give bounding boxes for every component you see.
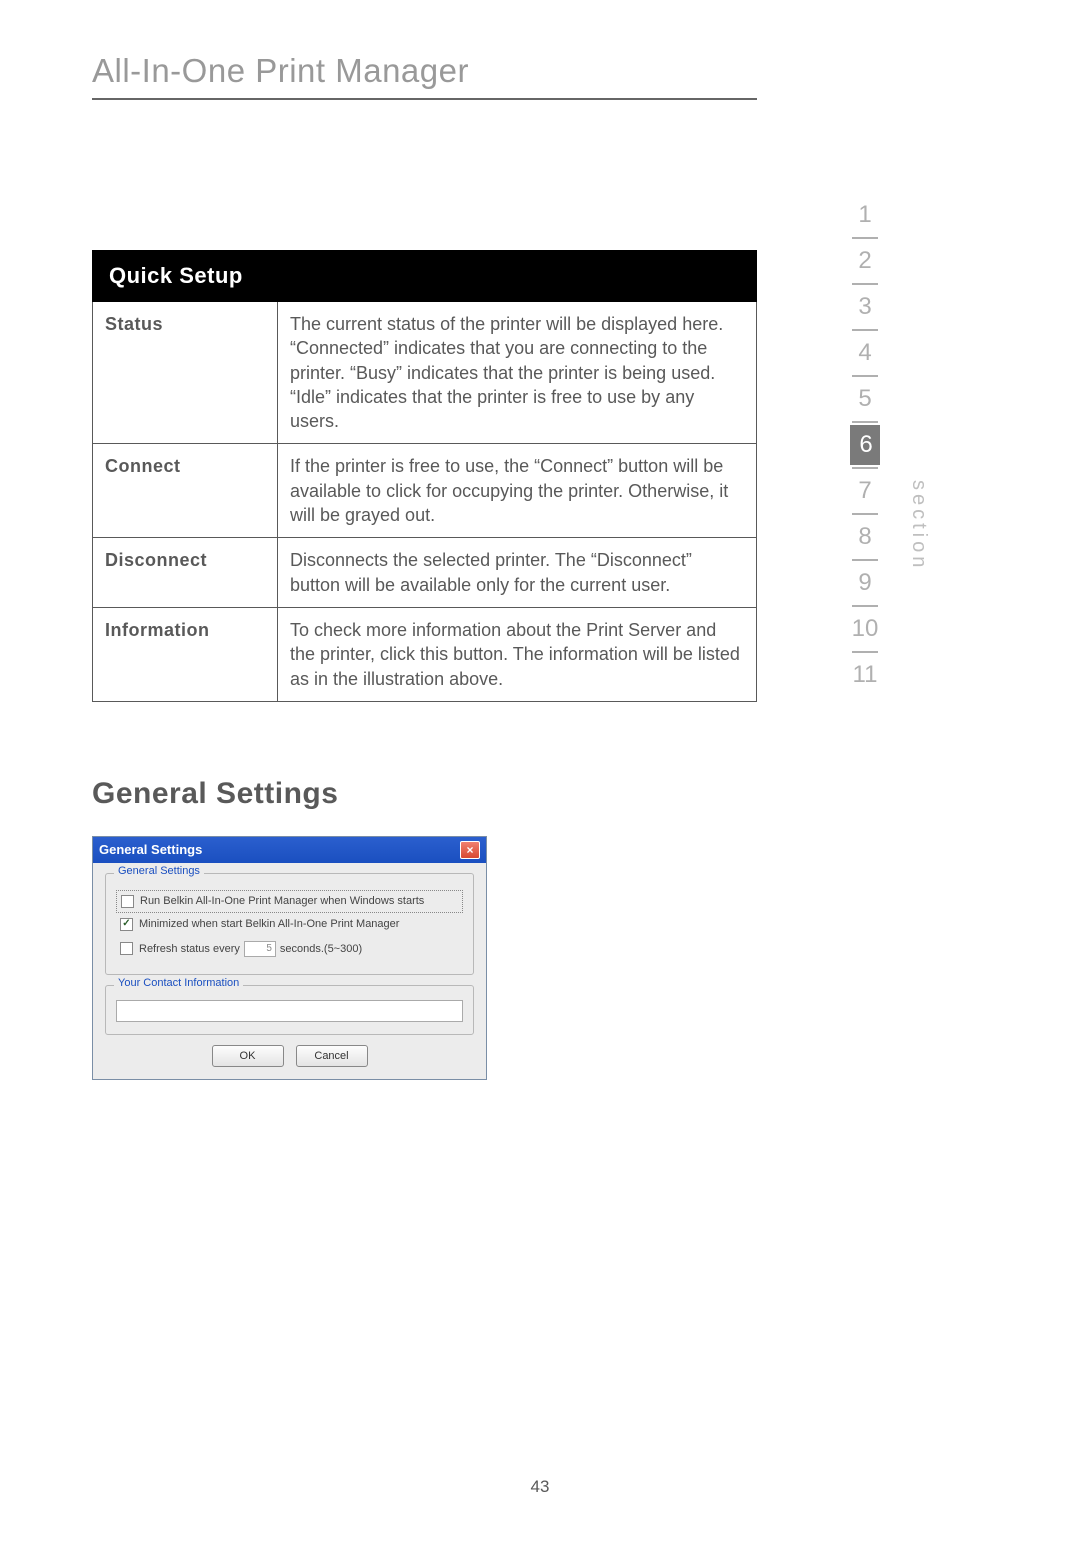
page-title: All-In-One Print Manager: [92, 52, 757, 100]
dialog-body: General Settings Run Belkin All-In-One P…: [93, 863, 486, 1079]
checkbox-icon[interactable]: [121, 895, 134, 908]
general-settings-dialog: General Settings × General Settings Run …: [92, 836, 487, 1080]
row-desc-status: The current status of the printer will b…: [278, 302, 757, 444]
dialog-titlebar: General Settings ×: [93, 837, 486, 863]
section-nav-item[interactable]: 11: [849, 655, 881, 695]
checkbox-icon[interactable]: [120, 942, 133, 955]
option-min-label: Minimized when start Belkin All-In-One P…: [139, 918, 399, 930]
row-label-status: Status: [93, 302, 278, 444]
table-header: Quick Setup: [93, 251, 757, 302]
nav-divider: [852, 651, 878, 653]
dialog-title: General Settings: [99, 842, 202, 857]
fieldset-legend-contact: Your Contact Information: [114, 977, 243, 989]
nav-divider: [852, 559, 878, 561]
fieldset-general: General Settings Run Belkin All-In-One P…: [105, 873, 474, 975]
section-nav-item[interactable]: 6: [850, 425, 882, 465]
row-desc-connect: If the printer is free to use, the “Conn…: [278, 444, 757, 538]
row-label-information: Information: [93, 607, 278, 701]
close-icon[interactable]: ×: [460, 841, 480, 859]
table-row: Disconnect Disconnects the selected prin…: [93, 538, 757, 608]
section-nav-item[interactable]: 1: [849, 195, 881, 235]
ok-button[interactable]: OK: [212, 1045, 284, 1067]
refresh-seconds-input[interactable]: 5: [244, 941, 276, 957]
section-nav-item[interactable]: 7: [849, 471, 881, 511]
nav-divider: [852, 329, 878, 331]
section-nav-item[interactable]: 2: [849, 241, 881, 281]
contact-info-input[interactable]: [116, 1000, 463, 1022]
nav-divider: [852, 283, 878, 285]
table-row: Connect If the printer is free to use, t…: [93, 444, 757, 538]
option-run-on-start[interactable]: Run Belkin All-In-One Print Manager when…: [116, 890, 463, 913]
dialog-buttons: OK Cancel: [105, 1045, 474, 1067]
cancel-button[interactable]: Cancel: [296, 1045, 368, 1067]
quick-setup-table: Quick Setup Status The current status of…: [92, 250, 757, 702]
nav-divider: [852, 421, 878, 423]
table-row: Status The current status of the printer…: [93, 302, 757, 444]
table-row: Information To check more information ab…: [93, 607, 757, 701]
section-nav-item[interactable]: 5: [849, 379, 881, 419]
fieldset-legend-general: General Settings: [114, 865, 204, 877]
nav-divider: [852, 513, 878, 515]
section-nav-item[interactable]: 4: [849, 333, 881, 373]
fieldset-contact: Your Contact Information: [105, 985, 474, 1035]
nav-divider: [852, 467, 878, 469]
section-nav-item[interactable]: 9: [849, 563, 881, 603]
option-refresh[interactable]: Refresh status every 5 seconds.(5~300): [116, 936, 463, 962]
page-number: 43: [0, 1477, 1080, 1497]
option-refresh-post: seconds.(5~300): [280, 943, 362, 955]
section-nav-item[interactable]: 10: [849, 609, 881, 649]
checkbox-icon[interactable]: ✓: [120, 918, 133, 931]
row-desc-information: To check more information about the Prin…: [278, 607, 757, 701]
option-run-label: Run Belkin All-In-One Print Manager when…: [140, 895, 424, 907]
page-content: All-In-One Print Manager Quick Setup Sta…: [92, 52, 757, 1080]
nav-divider: [852, 605, 878, 607]
nav-divider: [852, 375, 878, 377]
quick-setup-table-wrap: Quick Setup Status The current status of…: [92, 250, 757, 702]
nav-divider: [852, 237, 878, 239]
row-label-disconnect: Disconnect: [93, 538, 278, 608]
section-label: section: [907, 480, 930, 571]
section-heading-general-settings: General Settings: [92, 777, 757, 811]
option-minimized[interactable]: ✓ Minimized when start Belkin All-In-One…: [116, 913, 463, 936]
section-nav-item[interactable]: 8: [849, 517, 881, 557]
section-nav: 1 2 3 4 5 6 7 8 9 10 11: [840, 195, 890, 695]
section-nav-item[interactable]: 3: [849, 287, 881, 327]
option-refresh-pre: Refresh status every: [139, 943, 240, 955]
row-label-connect: Connect: [93, 444, 278, 538]
row-desc-disconnect: Disconnects the selected printer. The “D…: [278, 538, 757, 608]
